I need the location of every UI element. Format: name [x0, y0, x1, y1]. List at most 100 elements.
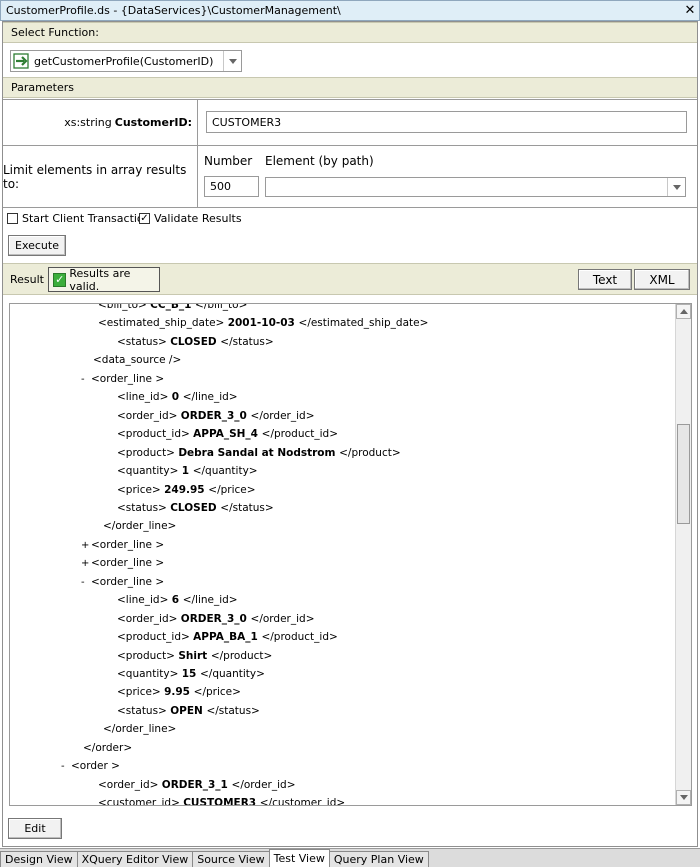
select-function-header: Select Function: [3, 22, 697, 43]
parameters-label: Parameters [11, 81, 74, 94]
xml-line: <bill_to> CC_B_1 </bill_to> [98, 304, 247, 314]
xml-line: <price> 249.95 </price> [117, 481, 256, 499]
function-arrow-icon [13, 53, 29, 69]
function-select-value: getCustomerProfile(CustomerID) [34, 54, 214, 68]
customer-id-row: xs:string CustomerID: CUSTOMER3 [3, 100, 697, 146]
xml-tab-button[interactable]: XML [634, 269, 690, 290]
close-icon[interactable]: ✕ [681, 3, 699, 18]
xml-line: <line_id> 0 </line_id> [117, 388, 238, 406]
xml-value: CLOSED [170, 501, 221, 514]
xml-close-tag: </price> [208, 483, 256, 496]
xml-line: <product_id> APPA_BA_1 </product_id> [117, 628, 338, 646]
xml-close-tag: </order_id> [250, 612, 315, 625]
scroll-thumb[interactable] [677, 424, 690, 524]
chevron-down-icon[interactable] [667, 178, 685, 196]
xml-close-tag: </estimated_ship_date> [298, 317, 429, 330]
xml-line: </order> [83, 739, 132, 757]
start-client-transaction-option[interactable]: Start Client Transaction [7, 212, 151, 225]
xml-value: 9.95 [164, 686, 194, 699]
xml-value: OPEN [170, 704, 207, 717]
number-value: 500 [210, 180, 231, 193]
number-input[interactable]: 500 [204, 176, 259, 197]
xml-close-tag: </status> [220, 335, 274, 348]
text-tab-button[interactable]: Text [578, 269, 632, 290]
parameters-header: Parameters [3, 77, 697, 98]
xml-line: <status> CLOSED </status> [117, 333, 274, 351]
validation-status-text: Results are valid. [69, 266, 131, 293]
xml-tag: <order_line > [91, 538, 165, 551]
xml-close-tag: </line_id> [182, 391, 238, 404]
xml-line[interactable]: - <order_line > [81, 573, 164, 591]
customer-id-label-cell: xs:string CustomerID: [3, 100, 198, 145]
tab-xquery-editor-view[interactable]: XQuery Editor View [76, 851, 194, 867]
xml-line: <estimated_ship_date> 2001-10-03 </estim… [98, 314, 428, 332]
validate-results-label: Validate Results [154, 212, 242, 225]
xml-close-tag: </product> [339, 446, 401, 459]
edit-button[interactable]: Edit [8, 818, 62, 839]
validate-results-checkbox[interactable]: ✓ [139, 213, 150, 224]
scroll-up-button[interactable] [676, 304, 691, 319]
xml-tag: <line_id> [117, 391, 172, 404]
limit-label-cell: Limit elements in array results to: [3, 146, 198, 208]
xml-line: <customer_id> CUSTOMER3 </customer_id> [98, 794, 345, 806]
xml-line[interactable]: - <order > [61, 757, 120, 775]
xml-tag: <customer_id> [98, 797, 184, 806]
xml-value: Shirt [178, 649, 211, 662]
xml-line[interactable]: - <order_line > [81, 370, 164, 388]
xml-close-tag: </line_id> [182, 594, 238, 607]
tab-test-view[interactable]: Test View [268, 849, 330, 867]
customer-id-input[interactable]: CUSTOMER3 [206, 111, 687, 133]
xml-tag: <order_id> [117, 409, 181, 422]
xml-tag: <order_line > [91, 372, 165, 385]
xml-tag: <order > [71, 760, 120, 773]
xml-value: 6 [171, 594, 183, 607]
xml-close-tag: </quantity> [200, 668, 265, 680]
limit-row: Limit elements in array results to: Numb… [3, 146, 697, 208]
xml-value: CC_B_1 [150, 304, 196, 311]
xml-line[interactable]: + <order_line > [81, 554, 164, 572]
xml-line[interactable]: + <order_line > [81, 536, 164, 554]
xml-close-tag: </product_id> [261, 631, 338, 644]
function-select[interactable]: getCustomerProfile(CustomerID) [10, 50, 242, 72]
scroll-down-button[interactable] [676, 790, 691, 805]
xml-lines: <bill_to> CC_B_1 </bill_to> <estimated_sh… [10, 304, 676, 806]
xml-tag: <product_id> [117, 428, 194, 441]
start-client-transaction-checkbox[interactable] [7, 213, 18, 224]
xml-tag: <quantity> [117, 465, 182, 478]
tab-query-plan-view[interactable]: Query Plan View [328, 851, 429, 867]
xml-line: <order_id> ORDER_3_0 </order_id> [117, 407, 315, 425]
view-tabs: Design View XQuery Editor View Source View… [0, 848, 700, 867]
expand-icon[interactable]: + [81, 555, 91, 573]
xml-line: <status> CLOSED </status> [117, 499, 274, 517]
collapse-icon[interactable]: - [61, 758, 71, 776]
tab-source-view[interactable]: Source View [192, 851, 270, 867]
xml-tag: </order> [83, 741, 133, 754]
xml-tag: <bill_to> [98, 304, 151, 311]
collapse-icon[interactable]: - [81, 574, 91, 592]
xml-tag: <status> [117, 335, 171, 348]
vertical-scrollbar[interactable] [675, 304, 691, 805]
xml-tag: </order_line> [103, 723, 177, 736]
tab-design-view[interactable]: Design View [0, 851, 78, 867]
customer-id-label: CustomerID: [114, 116, 192, 129]
xml-result-view[interactable]: <bill_to> CC_B_1 </bill_to> <estimated_sh… [9, 303, 692, 806]
parameters-table: xs:string CustomerID: CUSTOMER3 Limit el… [3, 99, 697, 208]
customer-id-value: CUSTOMER3 [212, 115, 282, 129]
xml-line: <product> Shirt </product> [117, 647, 272, 665]
title-bar: CustomerProfile.ds - {DataServices}\Cust… [0, 0, 700, 21]
xml-tag: <product_id> [117, 631, 194, 644]
start-client-transaction-label: Start Client Transaction [22, 212, 151, 225]
element-path-select[interactable] [265, 177, 686, 197]
collapse-icon[interactable]: - [81, 371, 91, 389]
window-title: CustomerProfile.ds - {DataServices}\Cust… [6, 4, 341, 17]
xml-line: </order_line> [103, 720, 176, 738]
xml-close-tag: </order_id> [231, 778, 296, 791]
execute-button[interactable]: Execute [8, 235, 66, 256]
xml-value: CUSTOMER3 [183, 797, 260, 806]
chevron-down-icon[interactable] [223, 51, 241, 71]
limit-label: Limit elements in array results to: [3, 163, 187, 191]
xml-tag: <estimated_ship_date> [98, 317, 228, 330]
expand-icon[interactable]: + [81, 537, 91, 555]
validate-results-option[interactable]: ✓ Validate Results [139, 212, 242, 225]
select-function-label: Select Function: [11, 26, 99, 39]
